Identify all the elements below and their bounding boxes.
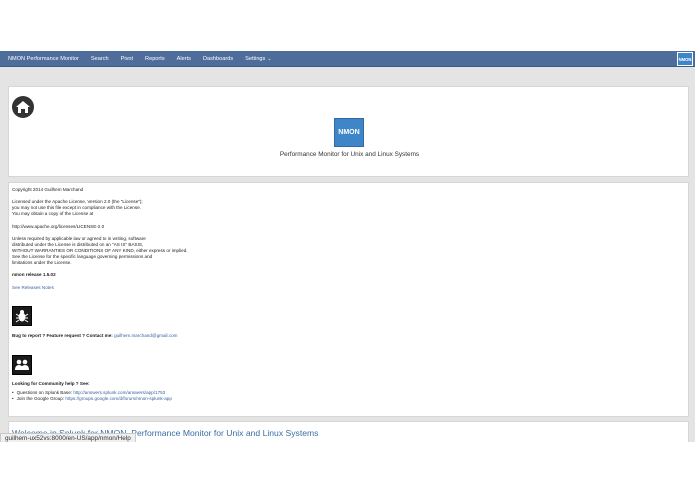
list-item: Join the Google Group: https://groups.go… (12, 396, 172, 401)
nav-item-dashboards[interactable]: Dashboards (197, 51, 239, 67)
license-line: Licensed under the Apache License, Versi… (12, 199, 143, 204)
nav-item-alerts[interactable]: Alerts (171, 51, 197, 67)
nav-item-pivot[interactable]: Pivot (115, 51, 139, 67)
top-navigation-bar: NMON Performance Monitor Search Pivot Re… (0, 51, 695, 67)
list-item: Questions on Splunk Base: http://answers… (12, 390, 166, 395)
app-name-link[interactable]: NMON Performance Monitor (0, 51, 85, 67)
list-item-label: Questions on Splunk Base: (16, 390, 73, 395)
page-subtitle: Performance Monitor for Unix and Linux S… (279, 151, 420, 158)
nav-item-reports[interactable]: Reports (139, 51, 171, 67)
nmon-corner-logo[interactable]: NMON (677, 52, 693, 66)
license-line: limitations under the License. (12, 260, 72, 265)
main-content: NMON Performance Monitor for Unix and Li… (0, 67, 695, 442)
nav-item-settings[interactable]: Settings ⌄ (239, 51, 277, 67)
bug-contact-label: Bug to report ? Feature request ? Contac… (12, 333, 113, 338)
copyright-text: Copyright 2014 Guilhem Marchand (12, 187, 84, 192)
community-help-label: Looking for Community help ? See: (12, 381, 90, 386)
license-line: You may obtain a copy of the License at (12, 211, 94, 216)
splunk-answers-link[interactable]: http://answers.splunk.com/answers/app/17… (73, 390, 165, 395)
release-notes-link[interactable]: See Releases Notes (12, 285, 54, 291)
nav-item-search[interactable]: Search (85, 51, 115, 67)
app-nav: NMON Performance Monitor Search Pivot Re… (0, 51, 278, 67)
chevron-down-icon: ⌄ (267, 56, 272, 62)
nmon-logo: NMON (334, 118, 364, 147)
google-group-link[interactable]: https://groups.google.com/d/forum/nmon-s… (65, 396, 171, 401)
page: NMON Performance Monitor Search Pivot Re… (0, 0, 695, 494)
license-line: See the License for the specific languag… (12, 254, 153, 259)
bottom-blank-area (0, 442, 695, 494)
header-panel: NMON Performance Monitor for Unix and Li… (8, 86, 689, 177)
license-line: WITHOUT WARRANTIES OR CONDITIONS OF ANY … (12, 248, 188, 253)
settings-label: Settings (245, 56, 266, 62)
release-version: nmon release 1.5.02 (12, 272, 56, 277)
license-line: distributed under the License is distrib… (12, 242, 144, 247)
community-icon (12, 355, 32, 375)
bug-contact-line: Bug to report ? Feature request ? Contac… (12, 333, 178, 339)
bug-icon (12, 306, 32, 326)
contact-email-link[interactable]: guilhem.marchand@gmail.com (114, 333, 177, 338)
license-panel: Copyright 2014 Guilhem Marchand Licensed… (8, 182, 689, 417)
license-line: Unless required by applicable law or agr… (12, 236, 146, 241)
list-item-label: Join the Google Group: (16, 396, 65, 401)
license-url: http://www.apache.org/licenses/LICENSE-2… (12, 224, 105, 229)
home-icon[interactable] (12, 96, 34, 118)
license-line: you may not use this file except in comp… (12, 205, 141, 210)
